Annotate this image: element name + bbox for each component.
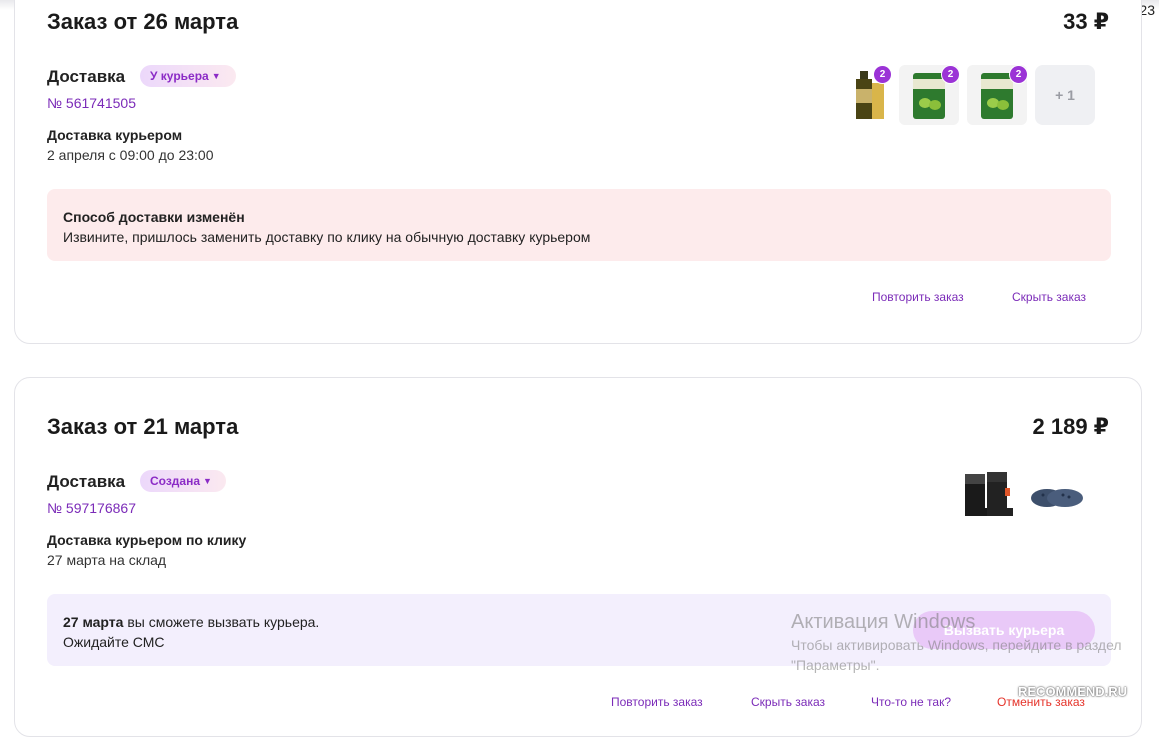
more-items-tile[interactable]: + 1 [1035, 65, 1095, 125]
notice-text: Извините, пришлось заменить доставку по … [63, 229, 591, 245]
status-badge[interactable]: Создана ▼ [140, 470, 226, 492]
status-text: У курьера [150, 69, 209, 83]
rubber-boots-icon [965, 472, 1013, 516]
product-thumbnail-clogs[interactable] [1025, 466, 1085, 526]
status-text: Создана [150, 474, 201, 488]
order-price: 2 189 ₽ [1032, 414, 1109, 439]
clogs-icon [1031, 489, 1083, 507]
order-title: Заказ от 21 марта [47, 414, 239, 439]
delivery-label: Доставка [47, 472, 126, 491]
delivery-label: Доставка [47, 67, 126, 86]
notice-title: Способ доставки изменён [63, 209, 245, 225]
delivery-date: 2 апреля с 09:00 до 23:00 [47, 147, 214, 163]
quantity-badge: 2 [873, 65, 892, 84]
order-title: Заказ от 26 марта [47, 9, 239, 34]
order-card: Заказ от 21 марта 2 189 ₽ Доставка Созда… [14, 377, 1142, 737]
repeat-order-link[interactable]: Повторить заказ [872, 290, 964, 304]
delivery-method: Доставка курьером [47, 127, 183, 143]
windows-activation-title: Активация Windows [791, 611, 976, 633]
order-price: 33 ₽ [1063, 9, 1109, 34]
notice-message: вы сможете вызвать курьера. [123, 614, 320, 630]
chevron-down-icon: ▼ [211, 71, 221, 81]
order-number[interactable]: № 597176867 [47, 500, 136, 516]
order-number[interactable]: № 561741505 [47, 95, 136, 111]
watermark: RECOMMEND.RU [1018, 684, 1128, 699]
windows-activation-line1: Чтобы активировать Windows, перейдите в … [791, 637, 1122, 653]
problem-link[interactable]: Что-то не так? [871, 695, 951, 709]
repeat-order-link[interactable]: Повторить заказ [611, 695, 703, 709]
windows-activation-line2: "Параметры". [791, 657, 880, 673]
quantity-badge: 2 [1009, 65, 1028, 84]
hide-order-link[interactable]: Скрыть заказ [751, 695, 825, 709]
delivery-changed-notice: Способ доставки изменён Извините, пришло… [47, 189, 1111, 261]
delivery-date: 27 марта на склад [47, 552, 167, 568]
chevron-down-icon: ▼ [203, 476, 212, 486]
hide-order-link[interactable]: Скрыть заказ [1012, 290, 1086, 304]
order-card: Заказ от 26 марта 33 ₽ Доставка У курьер… [14, 0, 1142, 344]
quantity-badge: 2 [941, 65, 960, 84]
status-badge[interactable]: У курьера ▼ [140, 65, 236, 87]
product-thumbnail-boots[interactable] [957, 466, 1017, 526]
notice-date: 27 марта [63, 614, 124, 630]
delivery-method: Доставка курьером по клику [47, 532, 247, 548]
